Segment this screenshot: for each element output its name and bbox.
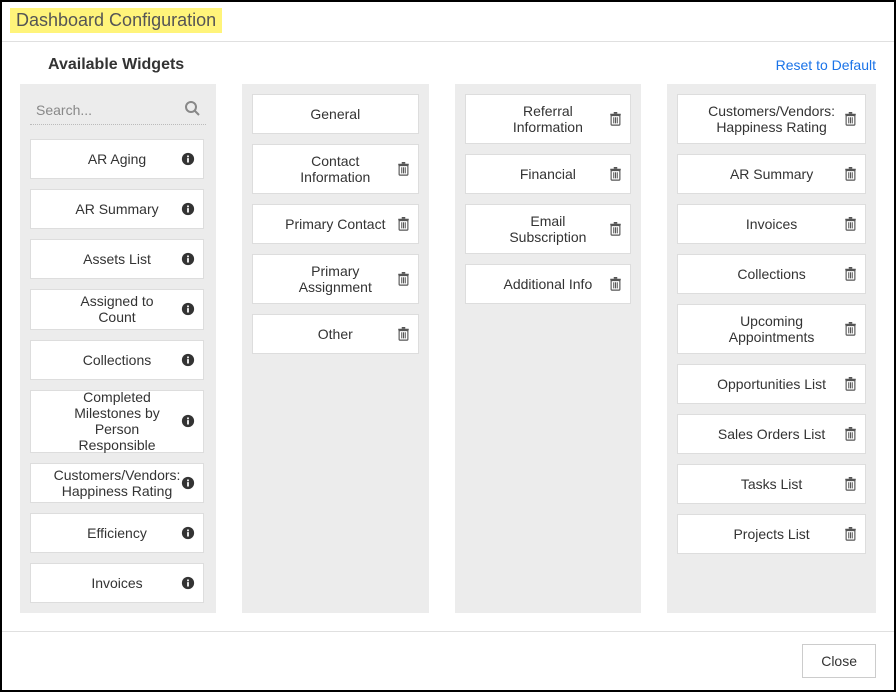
trash-icon[interactable] — [844, 527, 857, 541]
layout-widget-item[interactable]: Tasks List — [677, 464, 866, 504]
layout-widget-item[interactable]: Referral Information — [465, 94, 632, 144]
layout-widget-item[interactable]: Customers/Vendors: Happiness Rating — [677, 94, 866, 144]
widget-label: Customers/Vendors: Happiness Rating — [30, 467, 204, 499]
widget-label: Opportunities List — [693, 376, 850, 392]
layout-column-3[interactable]: Referral Information Financial Email Subsc… — [455, 84, 642, 613]
trash-icon[interactable] — [844, 477, 857, 491]
info-icon[interactable] — [181, 526, 195, 540]
trash-icon[interactable] — [397, 272, 410, 286]
widget-label: Projects List — [709, 526, 833, 542]
layout-widget-item[interactable]: General — [252, 94, 419, 134]
layout-widget-item[interactable]: Opportunities List — [677, 364, 866, 404]
widget-label: AR Aging — [64, 151, 170, 167]
window-title: Dashboard Configuration — [10, 8, 222, 33]
info-icon[interactable] — [181, 252, 195, 266]
available-widgets-list[interactable]: AR Aging AR Summary Assets List Assigned to… — [30, 139, 206, 603]
search-wrap — [30, 94, 206, 125]
layout-widget-item[interactable]: Contact Information — [252, 144, 419, 194]
search-input[interactable] — [34, 100, 202, 120]
widget-label: Invoices — [722, 216, 821, 232]
layout-column-4[interactable]: Customers/Vendors: Happiness Rating AR Su… — [667, 84, 876, 613]
widget-label: Primary Contact — [261, 216, 409, 232]
close-button[interactable]: Close — [802, 644, 876, 678]
info-icon[interactable] — [181, 302, 195, 316]
widget-label: Additional Info — [480, 276, 617, 292]
trash-icon[interactable] — [609, 222, 622, 236]
trash-icon[interactable] — [844, 267, 857, 281]
available-widgets-column: AR Aging AR Summary Assets List Assigned to… — [20, 84, 216, 613]
trash-icon[interactable] — [397, 327, 410, 341]
available-widget-item[interactable]: Efficiency — [30, 513, 204, 553]
layout-widget-item[interactable]: Financial — [465, 154, 632, 194]
content-area: AR Aging AR Summary Assets List Assigned to… — [2, 84, 894, 631]
widget-label: Financial — [496, 166, 600, 182]
layout-widget-item[interactable]: Other — [252, 314, 419, 354]
info-icon[interactable] — [181, 152, 195, 166]
titlebar: Dashboard Configuration — [2, 2, 894, 42]
trash-icon[interactable] — [397, 162, 410, 176]
widget-label: Other — [294, 326, 377, 342]
trash-icon[interactable] — [844, 427, 857, 441]
layout-widget-item[interactable]: Primary Assignment — [252, 254, 419, 304]
widget-label: Sales Orders List — [694, 426, 849, 442]
widget-label: AR Summary — [51, 201, 182, 217]
layout-widget-item[interactable]: Projects List — [677, 514, 866, 554]
layout-column-2[interactable]: General Contact Information Primary Contac… — [242, 84, 429, 613]
trash-icon[interactable] — [844, 377, 857, 391]
footer: Close — [2, 631, 894, 690]
info-icon[interactable] — [181, 476, 195, 490]
widget-label: Email Subscription — [472, 213, 625, 245]
layout-widget-item[interactable]: Primary Contact — [252, 204, 419, 244]
header-row: Available Widgets Reset to Default — [2, 42, 894, 84]
info-icon[interactable] — [181, 576, 195, 590]
widget-label: AR Summary — [706, 166, 837, 182]
reset-to-default-link[interactable]: Reset to Default — [776, 57, 876, 73]
layout-widget-item[interactable]: Email Subscription — [465, 204, 632, 254]
widget-label: Collections — [713, 266, 829, 282]
widget-label: Invoices — [67, 575, 166, 591]
available-widget-item[interactable]: Collections — [30, 340, 204, 380]
available-widget-item[interactable]: Invoices — [30, 563, 204, 603]
available-widget-item[interactable]: Assets List — [30, 239, 204, 279]
available-widget-item[interactable]: Assigned to Count — [30, 289, 204, 330]
widget-label: Completed Milestones by Person Responsib… — [37, 389, 197, 453]
layout-widget-item[interactable]: Sales Orders List — [677, 414, 866, 454]
widget-label: Assets List — [59, 251, 175, 267]
trash-icon[interactable] — [844, 217, 857, 231]
trash-icon[interactable] — [844, 112, 857, 126]
widget-label: Primary Assignment — [259, 263, 412, 295]
layout-widget-item[interactable]: Collections — [677, 254, 866, 294]
layout-widget-item[interactable]: Invoices — [677, 204, 866, 244]
widget-label: Tasks List — [717, 476, 826, 492]
layout-widget-item[interactable]: Additional Info — [465, 264, 632, 304]
layout-widget-item[interactable]: AR Summary — [677, 154, 866, 194]
available-widget-item[interactable]: AR Aging — [30, 139, 204, 179]
trash-icon[interactable] — [609, 167, 622, 181]
info-icon[interactable] — [181, 414, 195, 428]
widget-label: Upcoming Appointments — [684, 313, 859, 345]
info-icon[interactable] — [181, 353, 195, 367]
widget-label: Collections — [59, 352, 175, 368]
widget-label: Efficiency — [63, 525, 171, 541]
info-icon[interactable] — [181, 202, 195, 216]
trash-icon[interactable] — [397, 217, 410, 231]
layout-widget-item[interactable]: Upcoming Appointments — [677, 304, 866, 354]
available-widget-item[interactable]: AR Summary — [30, 189, 204, 229]
widget-label: Referral Information — [472, 103, 625, 135]
dashboard-config-window: Dashboard Configuration Available Widget… — [0, 0, 896, 692]
widget-label: Contact Information — [259, 153, 412, 185]
search-icon[interactable] — [184, 100, 200, 116]
trash-icon[interactable] — [609, 112, 622, 126]
available-widget-item[interactable]: Customers/Vendors: Happiness Rating — [30, 463, 204, 504]
widget-label: Customers/Vendors: Happiness Rating — [684, 103, 859, 135]
widget-label: Assigned to Count — [37, 293, 197, 325]
trash-icon[interactable] — [609, 277, 622, 291]
available-widget-item[interactable]: Completed Milestones by Person Responsib… — [30, 390, 204, 453]
widget-label: General — [286, 106, 384, 122]
available-widgets-heading: Available Widgets — [48, 56, 184, 74]
trash-icon[interactable] — [844, 322, 857, 336]
trash-icon[interactable] — [844, 167, 857, 181]
